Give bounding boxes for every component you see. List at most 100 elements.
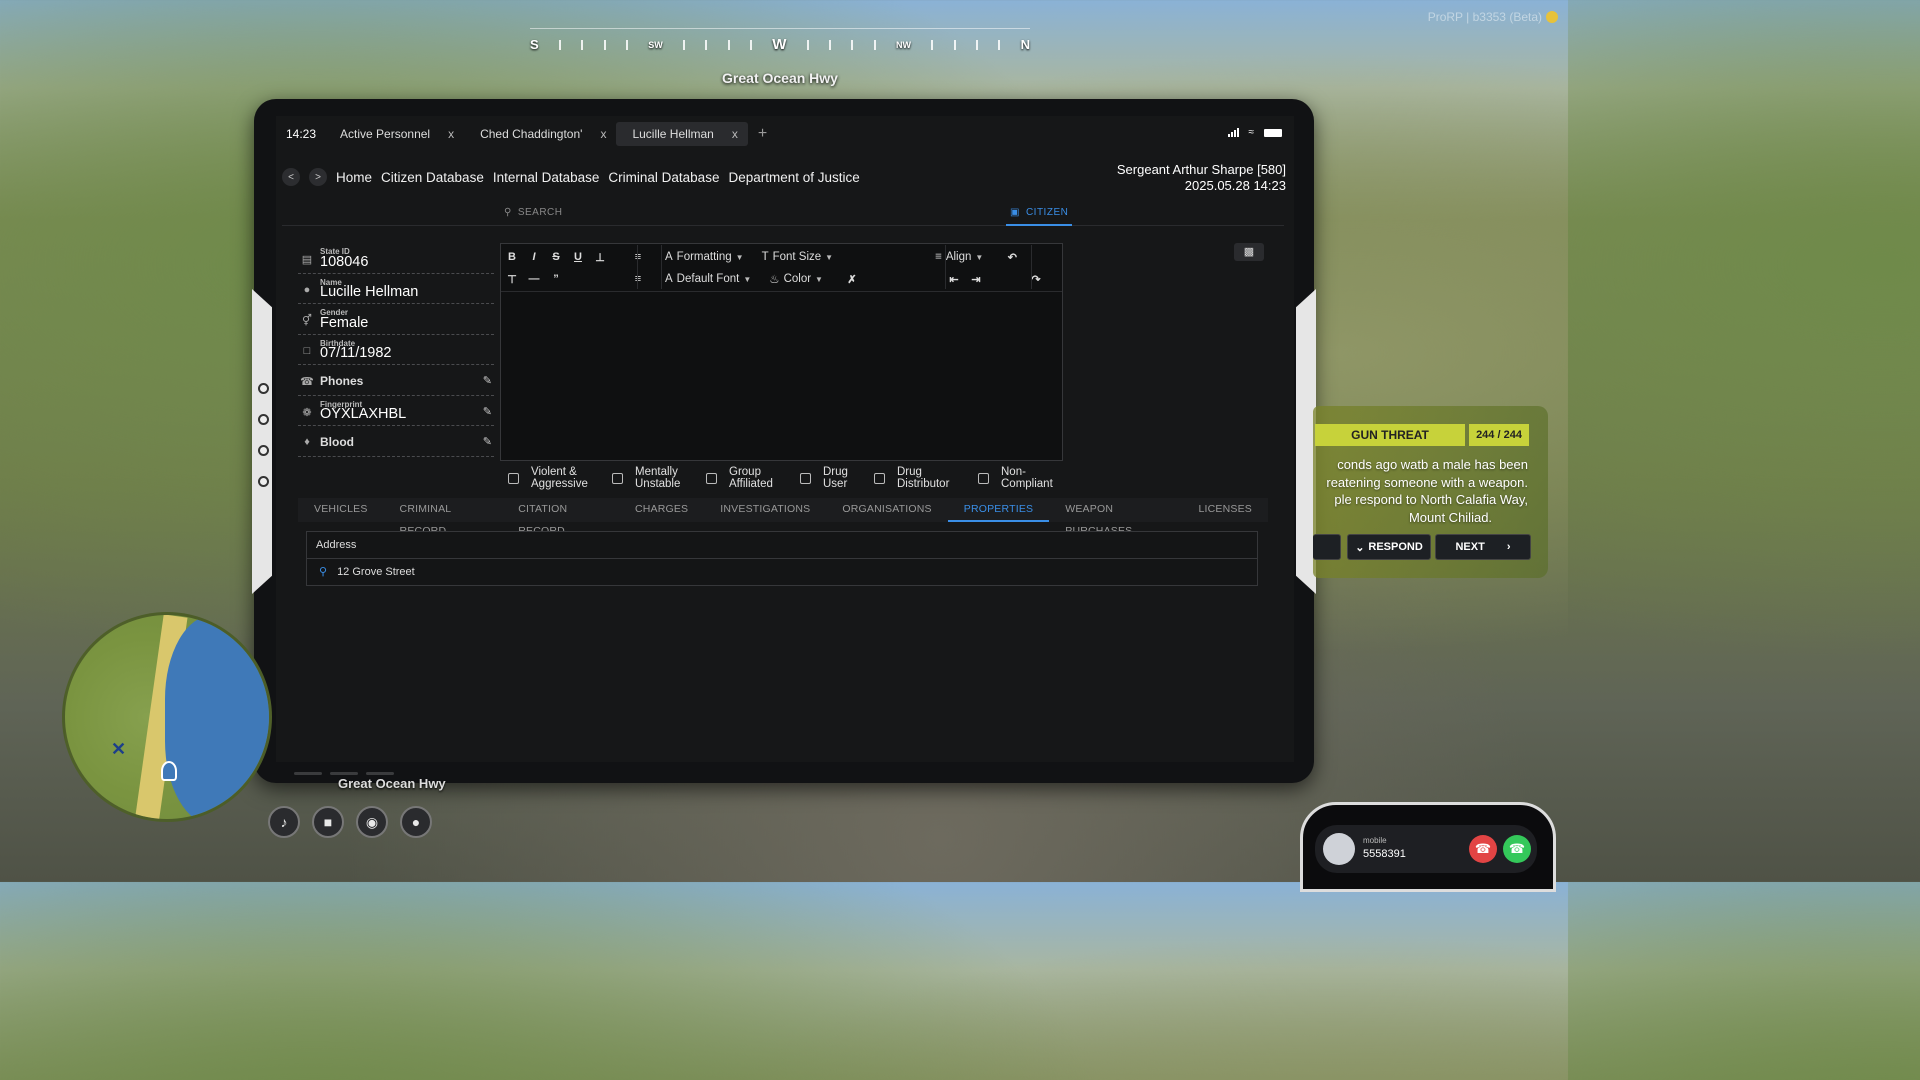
bullet-list-icon[interactable]: ≡: [627, 251, 649, 263]
chevron-right-icon: ›: [1506, 541, 1511, 553]
search-input[interactable]: ⚲ SEARCH: [504, 207, 563, 218]
caller-number: 5558391: [1363, 848, 1406, 860]
strikethrough-icon[interactable]: S: [545, 251, 567, 263]
field-label: Name: [320, 277, 342, 287]
nav-citizen-database[interactable]: Citizen Database: [381, 170, 484, 185]
edit-pencil-icon[interactable]: ✎: [483, 374, 492, 387]
editor-toolbar: B I S U ⊥ ≡ A Formatting ▼ T Font Size ▼: [501, 244, 1062, 292]
checkbox[interactable]: [508, 472, 519, 484]
flag-group-affiliated[interactable]: Group Affiliated: [706, 466, 800, 490]
tab-criminal-record[interactable]: CRIMINAL RECORD: [384, 498, 503, 537]
checkbox[interactable]: [874, 472, 885, 484]
next-button[interactable]: NEXT ›: [1435, 534, 1531, 560]
tab-active-personnel[interactable]: Active Personnel x: [324, 122, 464, 146]
checkbox[interactable]: [612, 472, 623, 484]
formatting-dropdown[interactable]: A Formatting ▼: [665, 251, 744, 263]
tab-properties[interactable]: PROPERTIES: [947, 498, 1050, 522]
accept-call-button[interactable]: ☎: [1503, 835, 1531, 863]
tab-close-icon[interactable]: x: [448, 127, 454, 141]
tab-weapon-purchases[interactable]: WEAPON PURCHASES: [1049, 498, 1182, 537]
edit-pencil-icon[interactable]: ✎: [483, 435, 492, 448]
decline-call-button[interactable]: ☎: [1469, 835, 1497, 863]
checkbox[interactable]: [706, 472, 717, 484]
fingerprint-icon: ❁: [302, 406, 312, 419]
compass: S SW W NW N Great Ocean Hwy: [530, 28, 1030, 88]
formatting-label: Formatting: [676, 251, 732, 263]
field-phones: ☎ Phones ✎: [298, 365, 494, 396]
tab-close-icon[interactable]: x: [732, 127, 738, 141]
compass-tick: [806, 39, 809, 50]
nav-criminal-database[interactable]: Criminal Database: [608, 170, 719, 185]
back-button[interactable]: <: [282, 168, 300, 186]
thirst-icon: ●: [400, 806, 432, 838]
respond-button[interactable]: ⌄ RESPOND: [1347, 534, 1431, 560]
tab-charges[interactable]: CHARGES: [619, 498, 704, 522]
add-tab-button[interactable]: +: [748, 125, 767, 143]
respond-label: RESPOND: [1368, 541, 1423, 553]
tab-investigations[interactable]: INVESTIGATIONS: [704, 498, 826, 522]
bottom-bar: [366, 772, 394, 775]
nav-home[interactable]: Home: [336, 170, 372, 185]
tab-lucille-hellman[interactable]: Lucille Hellman x: [616, 122, 748, 146]
incoming-call-notification[interactable]: mobile 5558391 ☎ ☎: [1315, 825, 1537, 873]
italic-icon[interactable]: I: [523, 251, 545, 263]
table-row[interactable]: ⚲ 12 Grove Street: [307, 559, 1257, 585]
quote-icon[interactable]: ”: [545, 273, 567, 285]
call-prev-button[interactable]: [1313, 534, 1341, 560]
paint-bucket-icon: ♨: [769, 274, 780, 286]
tab-ched-chaddington[interactable]: Ched Chaddington' x: [464, 122, 616, 146]
superscript-icon[interactable]: ⊤: [501, 273, 523, 286]
underline-icon[interactable]: U: [567, 251, 589, 263]
compass-tick: [581, 39, 584, 50]
field-birthdate: □ Birthdate 07/11/1982: [298, 335, 494, 365]
flag-violent-aggressive[interactable]: Violent & Aggressive: [508, 466, 612, 490]
flag-drug-distributor[interactable]: Drug Distributor: [874, 466, 978, 490]
align-dropdown[interactable]: ≡ Align ▼: [935, 251, 983, 263]
bold-icon[interactable]: B: [501, 251, 523, 263]
flag-drug-user[interactable]: Drug User: [800, 466, 874, 490]
tab-vehicles[interactable]: VEHICLES: [298, 498, 384, 522]
nav-internal-database[interactable]: Internal Database: [493, 170, 600, 185]
tab-citation-record[interactable]: CITATION RECORD: [502, 498, 619, 537]
indent-icon[interactable]: ⇥: [965, 273, 987, 286]
compass-tick: [931, 39, 934, 50]
chevron-down-icon: ▼: [825, 252, 834, 262]
checkbox[interactable]: [978, 472, 989, 484]
outdent-icon[interactable]: ⇤: [943, 273, 965, 286]
document-icon: ▣: [1010, 207, 1020, 218]
clear-format-icon[interactable]: ✗: [841, 273, 863, 286]
color-dropdown[interactable]: ♨ Color ▼: [769, 272, 823, 286]
tab-citizen[interactable]: ▣ CITIZEN: [1006, 204, 1073, 226]
undo-icon[interactable]: ↶: [1001, 251, 1023, 264]
redo-icon[interactable]: ↷: [1025, 273, 1047, 286]
subscript-icon[interactable]: ⊥: [589, 251, 611, 264]
toolbar-divider: [945, 245, 946, 289]
default-font-dropdown[interactable]: A Default Font ▼: [665, 273, 751, 285]
edit-pencil-icon[interactable]: ✎: [483, 405, 492, 418]
flag-non-compliant[interactable]: Non- Compliant: [978, 466, 1078, 490]
tab-organisations[interactable]: ORGANISATIONS: [826, 498, 947, 522]
waypoint-icon: ✕: [111, 739, 127, 759]
checkbox[interactable]: [800, 472, 811, 484]
toolbar-divider: [1031, 245, 1032, 289]
horizontal-rule-icon[interactable]: —: [523, 273, 545, 285]
table-header-address: Address: [307, 532, 1257, 559]
tab-close-icon[interactable]: x: [600, 127, 606, 141]
forward-button[interactable]: >: [309, 168, 327, 186]
call-count: 244 / 244: [1469, 424, 1529, 446]
notes-editor[interactable]: B I S U ⊥ ≡ A Formatting ▼ T Font Size ▼: [500, 243, 1063, 461]
nav-department-of-justice[interactable]: Department of Justice: [728, 170, 859, 185]
font-size-dropdown[interactable]: T Font Size ▼: [762, 251, 834, 263]
compass-tick: [953, 39, 956, 50]
save-button[interactable]: ▩: [1234, 243, 1264, 261]
tablet-bottom-bars: [294, 772, 394, 775]
side-button[interactable]: [258, 445, 269, 456]
flag-mentally-unstable[interactable]: Mentally Unstable: [612, 466, 706, 490]
numbered-list-icon[interactable]: ≡: [627, 273, 649, 285]
side-button[interactable]: [258, 476, 269, 487]
side-button[interactable]: [258, 383, 269, 394]
compass-tick: [727, 39, 730, 50]
side-button[interactable]: [258, 414, 269, 425]
tab-licenses[interactable]: LICENSES: [1182, 498, 1268, 522]
default-font-label: Default Font: [676, 273, 740, 285]
